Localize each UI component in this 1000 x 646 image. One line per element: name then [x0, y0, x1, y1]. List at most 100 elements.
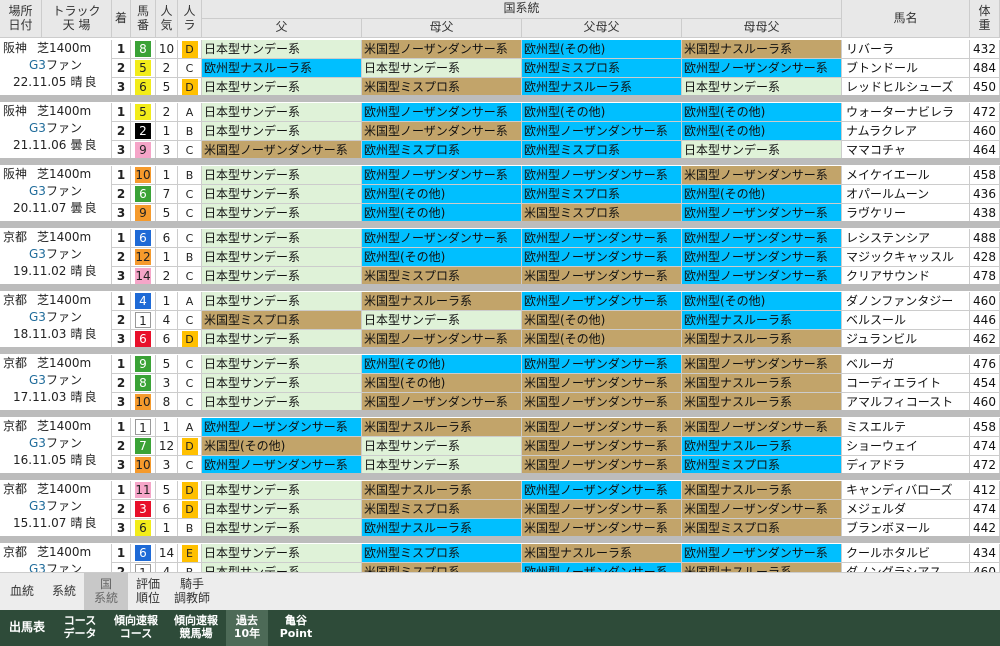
broodmare-sire-line: 米国型ミスプロ系	[362, 500, 522, 519]
horse-name[interactable]: メジェルダ	[842, 500, 970, 519]
race-info: 阪神 芝1400m G3ファン 20.11.07 曇良	[0, 166, 112, 223]
rank-grade: C	[178, 355, 202, 374]
dam-damsire-line: 米国型ナスルーラ系	[682, 40, 842, 59]
horse-name[interactable]: コーディエライト	[842, 374, 970, 393]
sire-line: 日本型サンデー系	[202, 103, 362, 122]
horse-number: 5	[131, 103, 156, 122]
horse-number-badge: 12	[135, 249, 151, 265]
rank-badge: D	[181, 501, 198, 518]
race-place: 京都	[3, 293, 28, 307]
race-weather: 晴	[70, 390, 83, 404]
header-father: 父	[202, 19, 362, 38]
nav-tab-5[interactable]: 亀谷 Point	[268, 610, 324, 646]
race-grade: G3	[29, 499, 46, 513]
horse-name[interactable]: ブトンドール	[842, 59, 970, 78]
finish-position: 1	[112, 292, 131, 311]
broodmare-sire-line: 欧州型ノーザンダンサー系	[362, 229, 522, 248]
race-title-suffix: ファン	[45, 58, 82, 72]
horse-name[interactable]: ショーウェイ	[842, 437, 970, 456]
horse-name[interactable]: ベルスール	[842, 311, 970, 330]
past-results-table: 場所 日付 トラック 天 場着馬 番人 気人 ラ国系統父母父 父母父 母母父 馬名体 重…	[0, 0, 1000, 601]
header-mother-father: 母父	[362, 19, 522, 38]
dam-damsire-line: 米国型ナスルーラ系	[682, 374, 842, 393]
popularity: 3	[156, 374, 178, 393]
horse-name[interactable]: オパールムーン	[842, 185, 970, 204]
sire-line: 日本型サンデー系	[202, 481, 362, 500]
nav-tab-4[interactable]: 過去 10年	[226, 610, 268, 646]
sire-line: 欧州型ナスルーラ系	[202, 59, 362, 78]
rank-grade: B	[178, 166, 202, 185]
header-group: 国系統	[202, 0, 842, 19]
horse-number: 8	[131, 40, 156, 59]
nav-tabs: 出馬表 コース データ 傾向速報 コース 傾向速報 競馬場 過去 10年 亀谷 Point	[0, 610, 1000, 646]
rank-badge: C	[185, 144, 194, 157]
horse-number-badge: 5	[135, 60, 151, 76]
view-tab-1[interactable]: 系統	[44, 573, 84, 611]
finish-position: 1	[112, 481, 131, 500]
body-weight: 476	[970, 355, 1000, 374]
race-going: 良	[84, 201, 97, 215]
horse-number: 6	[131, 544, 156, 563]
nav-tab-1[interactable]: コース データ	[54, 610, 106, 646]
race-place: 京都	[3, 356, 28, 370]
finish-position: 1	[112, 166, 131, 185]
horse-name[interactable]: クールホタルビ	[842, 544, 970, 563]
race-title-suffix: ファン	[45, 373, 82, 387]
race-place: 阪神	[3, 167, 28, 181]
horse-number: 3	[131, 500, 156, 519]
horse-number-badge: 10	[135, 167, 151, 183]
broodmare-sire-line: 欧州型(その他)	[362, 355, 522, 374]
popularity: 1	[156, 418, 178, 437]
nav-tab-3[interactable]: 傾向速報 競馬場	[166, 610, 226, 646]
body-weight: 458	[970, 166, 1000, 185]
race-grade: G3	[29, 373, 46, 387]
dam-damsire-line: 欧州型(その他)	[682, 185, 842, 204]
horse-number: 11	[131, 481, 156, 500]
race-track: 芝1400m	[37, 293, 92, 307]
view-tab-4[interactable]: 騎手 調教師	[168, 573, 216, 611]
broodmare-sire-line: 米国型ノーザンダンサー系	[362, 40, 522, 59]
horse-name[interactable]: ウォーターナビレラ	[842, 103, 970, 122]
popularity: 7	[156, 185, 178, 204]
horse-name[interactable]: ミスエルテ	[842, 418, 970, 437]
body-weight: 460	[970, 122, 1000, 141]
rank-grade: A	[178, 418, 202, 437]
rank-grade: D	[178, 40, 202, 59]
horse-name[interactable]: ナムラクレア	[842, 122, 970, 141]
nav-tab-2[interactable]: 傾向速報 コース	[106, 610, 166, 646]
finish-position: 1	[112, 40, 131, 59]
horse-name[interactable]: キャンディバローズ	[842, 481, 970, 500]
finish-position: 2	[112, 311, 131, 330]
horse-name[interactable]: ダノンファンタジー	[842, 292, 970, 311]
finish-position: 1	[112, 544, 131, 563]
popularity: 5	[156, 355, 178, 374]
horse-name[interactable]: ベルーガ	[842, 355, 970, 374]
horse-number-badge: 1	[135, 312, 151, 328]
finish-position: 1	[112, 229, 131, 248]
nav-tab-0[interactable]: 出馬表	[0, 610, 54, 646]
view-tab-2[interactable]: 国 系統	[84, 573, 128, 611]
horse-number: 9	[131, 355, 156, 374]
horse-name[interactable]: メイケイエール	[842, 166, 970, 185]
horse-name[interactable]: レシステンシア	[842, 229, 970, 248]
dam-damsire-line: 欧州型(その他)	[682, 103, 842, 122]
race-place: 京都	[3, 482, 28, 496]
horse-number: 7	[131, 437, 156, 456]
body-weight: 474	[970, 437, 1000, 456]
race-weather: 晴	[70, 264, 83, 278]
horse-name[interactable]: リバーラ	[842, 40, 970, 59]
race-grade: G3	[29, 58, 46, 72]
horse-name[interactable]: マジックキャッスル	[842, 248, 970, 267]
horse-number: 12	[131, 248, 156, 267]
popularity: 1	[156, 166, 178, 185]
race-going: 良	[84, 390, 97, 404]
horse-number-badge: 11	[135, 482, 151, 498]
horse-number-badge: 10	[135, 457, 151, 473]
sire-damsire-line: 欧州型ノーザンダンサー系	[522, 355, 682, 374]
popularity: 14	[156, 544, 178, 563]
dam-damsire-line: 欧州型ノーザンダンサー系	[682, 544, 842, 563]
view-tab-3[interactable]: 評価 順位	[128, 573, 168, 611]
race-track: 芝1400m	[37, 419, 92, 433]
horse-number-badge: 2	[135, 123, 151, 139]
view-tab-0[interactable]: 血統	[0, 573, 44, 611]
